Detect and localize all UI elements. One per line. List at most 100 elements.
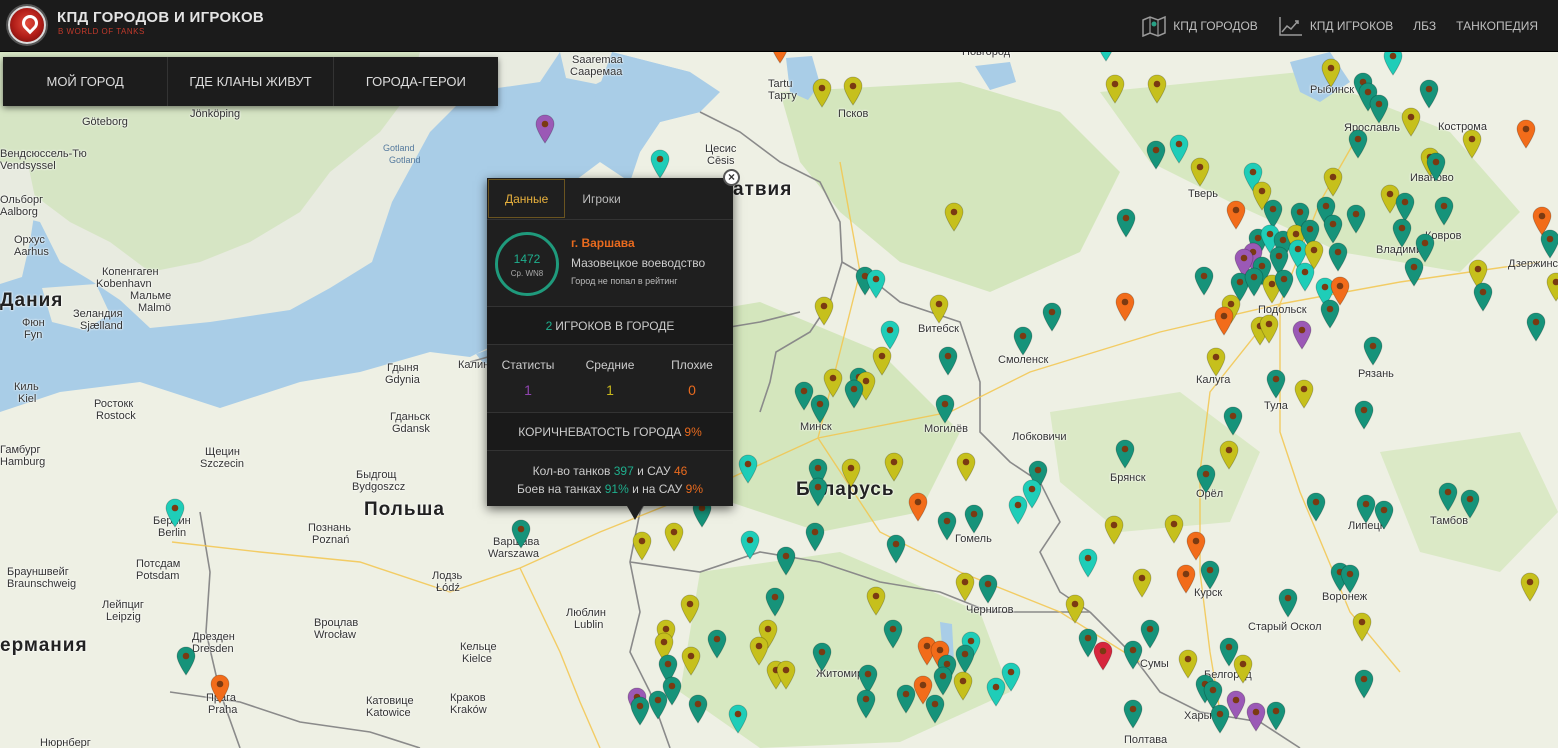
- city-marker-pin-icon[interactable]: [1244, 267, 1264, 297]
- city-marker-pin-icon[interactable]: [1274, 269, 1294, 299]
- city-marker-pin-icon[interactable]: [1176, 564, 1196, 594]
- city-marker-pin-icon[interactable]: [664, 522, 684, 552]
- city-marker-pin-icon[interactable]: [812, 642, 832, 672]
- city-marker-pin-icon[interactable]: [1123, 640, 1143, 670]
- city-marker-pin-icon[interactable]: [1438, 482, 1458, 512]
- city-marker-pin-icon[interactable]: [1246, 702, 1266, 732]
- city-marker-pin-icon[interactable]: [1233, 654, 1253, 684]
- city-marker-pin-icon[interactable]: [1346, 204, 1366, 234]
- city-marker-pin-icon[interactable]: [1363, 336, 1383, 366]
- city-marker-pin-icon[interactable]: [1008, 495, 1028, 525]
- city-marker-pin-icon[interactable]: [884, 452, 904, 482]
- city-marker-pin-icon[interactable]: [1520, 572, 1540, 602]
- city-marker-pin-icon[interactable]: [210, 674, 230, 704]
- city-marker-pin-icon[interactable]: [1147, 74, 1167, 104]
- city-marker-pin-icon[interactable]: [1278, 588, 1298, 618]
- city-marker-pin-icon[interactable]: [808, 477, 828, 507]
- nav-lbz[interactable]: ЛБЗ: [1403, 0, 1446, 52]
- city-marker-pin-icon[interactable]: [841, 458, 861, 488]
- site-title[interactable]: КПД ГОРОДОВ И ИГРОКОВ: [57, 9, 264, 26]
- city-marker-pin-icon[interactable]: [765, 587, 785, 617]
- city-marker-pin-icon[interactable]: [1146, 140, 1166, 170]
- city-marker-pin-icon[interactable]: [1434, 196, 1454, 226]
- city-marker-pin-icon[interactable]: [883, 619, 903, 649]
- city-marker-pin-icon[interactable]: [1226, 200, 1246, 230]
- city-marker-pin-icon[interactable]: [632, 531, 652, 561]
- city-marker-pin-icon[interactable]: [1426, 152, 1446, 182]
- city-marker-pin-icon[interactable]: [944, 202, 964, 232]
- city-marker-pin-icon[interactable]: [925, 694, 945, 724]
- city-marker-pin-icon[interactable]: [1392, 218, 1412, 248]
- city-marker-pin-icon[interactable]: [1328, 242, 1348, 272]
- city-marker-pin-icon[interactable]: [1132, 568, 1152, 598]
- city-marker-pin-icon[interactable]: [707, 629, 727, 659]
- city-marker-pin-icon[interactable]: [908, 492, 928, 522]
- city-marker-pin-icon[interactable]: [956, 452, 976, 482]
- city-marker-pin-icon[interactable]: [650, 149, 670, 179]
- city-marker-pin-icon[interactable]: [929, 294, 949, 324]
- city-marker-pin-icon[interactable]: [740, 530, 760, 560]
- city-marker-pin-icon[interactable]: [1093, 641, 1113, 671]
- city-marker-pin-icon[interactable]: [648, 690, 668, 720]
- city-marker-pin-icon[interactable]: [1401, 107, 1421, 137]
- city-marker-pin-icon[interactable]: [810, 394, 830, 424]
- city-marker-pin-icon[interactable]: [886, 534, 906, 564]
- city-marker-pin-icon[interactable]: [176, 646, 196, 676]
- site-logo-icon[interactable]: [8, 6, 46, 44]
- city-marker-pin-icon[interactable]: [814, 296, 834, 326]
- city-marker-pin-icon[interactable]: [776, 660, 796, 690]
- city-marker-pin-icon[interactable]: [953, 671, 973, 701]
- city-marker-pin-icon[interactable]: [1140, 619, 1160, 649]
- city-marker-pin-icon[interactable]: [937, 511, 957, 541]
- city-marker-pin-icon[interactable]: [535, 114, 555, 144]
- city-marker-pin-icon[interactable]: [1214, 306, 1234, 336]
- city-marker-pin-icon[interactable]: [1352, 612, 1372, 642]
- city-marker-pin-icon[interactable]: [738, 454, 758, 484]
- tab-players[interactable]: Игроки: [566, 178, 636, 219]
- city-marker-pin-icon[interactable]: [933, 666, 953, 696]
- city-marker-pin-icon[interactable]: [856, 689, 876, 719]
- city-marker-pin-icon[interactable]: [165, 498, 185, 528]
- city-marker-pin-icon[interactable]: [1306, 492, 1326, 522]
- city-marker-pin-icon[interactable]: [1200, 560, 1220, 590]
- city-marker-pin-icon[interactable]: [1404, 257, 1424, 287]
- clan-locations-button[interactable]: ГДЕ КЛАНЫ ЖИВУТ: [168, 57, 334, 106]
- tab-data[interactable]: Данные: [488, 179, 566, 218]
- city-marker-pin-icon[interactable]: [812, 78, 832, 108]
- city-marker-pin-icon[interactable]: [1219, 440, 1239, 470]
- city-marker-pin-icon[interactable]: [680, 594, 700, 624]
- city-marker-pin-icon[interactable]: [1460, 489, 1480, 519]
- city-marker-pin-icon[interactable]: [1194, 266, 1214, 296]
- city-marker-pin-icon[interactable]: [511, 519, 531, 549]
- city-marker-pin-icon[interactable]: [1266, 369, 1286, 399]
- city-marker-pin-icon[interactable]: [1164, 514, 1184, 544]
- city-marker-pin-icon[interactable]: [938, 346, 958, 376]
- city-marker-pin-icon[interactable]: [1115, 439, 1135, 469]
- city-marker-pin-icon[interactable]: [1340, 564, 1360, 594]
- city-marker-pin-icon[interactable]: [1354, 669, 1374, 699]
- city-marker-pin-icon[interactable]: [681, 646, 701, 676]
- city-marker-pin-icon[interactable]: [1065, 594, 1085, 624]
- city-marker-pin-icon[interactable]: [776, 546, 796, 576]
- city-marker-pin-icon[interactable]: [1190, 157, 1210, 187]
- city-marker-pin-icon[interactable]: [1186, 531, 1206, 561]
- city-marker-pin-icon[interactable]: [1210, 704, 1230, 734]
- city-marker-pin-icon[interactable]: [1323, 214, 1343, 244]
- close-icon[interactable]: ×: [723, 169, 740, 186]
- city-marker-pin-icon[interactable]: [1321, 58, 1341, 88]
- city-marker-pin-icon[interactable]: [866, 269, 886, 299]
- hero-cities-button[interactable]: ГОРОДА-ГЕРОИ: [334, 57, 498, 106]
- city-marker-pin-icon[interactable]: [1348, 129, 1368, 159]
- city-marker-pin-icon[interactable]: [1374, 500, 1394, 530]
- city-marker-pin-icon[interactable]: [1540, 229, 1558, 259]
- city-marker-pin-icon[interactable]: [1419, 79, 1439, 109]
- city-marker-pin-icon[interactable]: [728, 704, 748, 734]
- city-marker-pin-icon[interactable]: [1323, 167, 1343, 197]
- city-marker-pin-icon[interactable]: [1473, 282, 1493, 312]
- city-marker-pin-icon[interactable]: [1294, 379, 1314, 409]
- city-marker-pin-icon[interactable]: [955, 644, 975, 674]
- map-canvas[interactable]: Saaremaa Сааремаа Tartu Тарту Псков Göteborg J…: [0, 32, 1558, 748]
- city-marker-pin-icon[interactable]: [1116, 208, 1136, 238]
- city-marker-pin-icon[interactable]: [1042, 302, 1062, 332]
- city-marker-pin-icon[interactable]: [1295, 262, 1315, 292]
